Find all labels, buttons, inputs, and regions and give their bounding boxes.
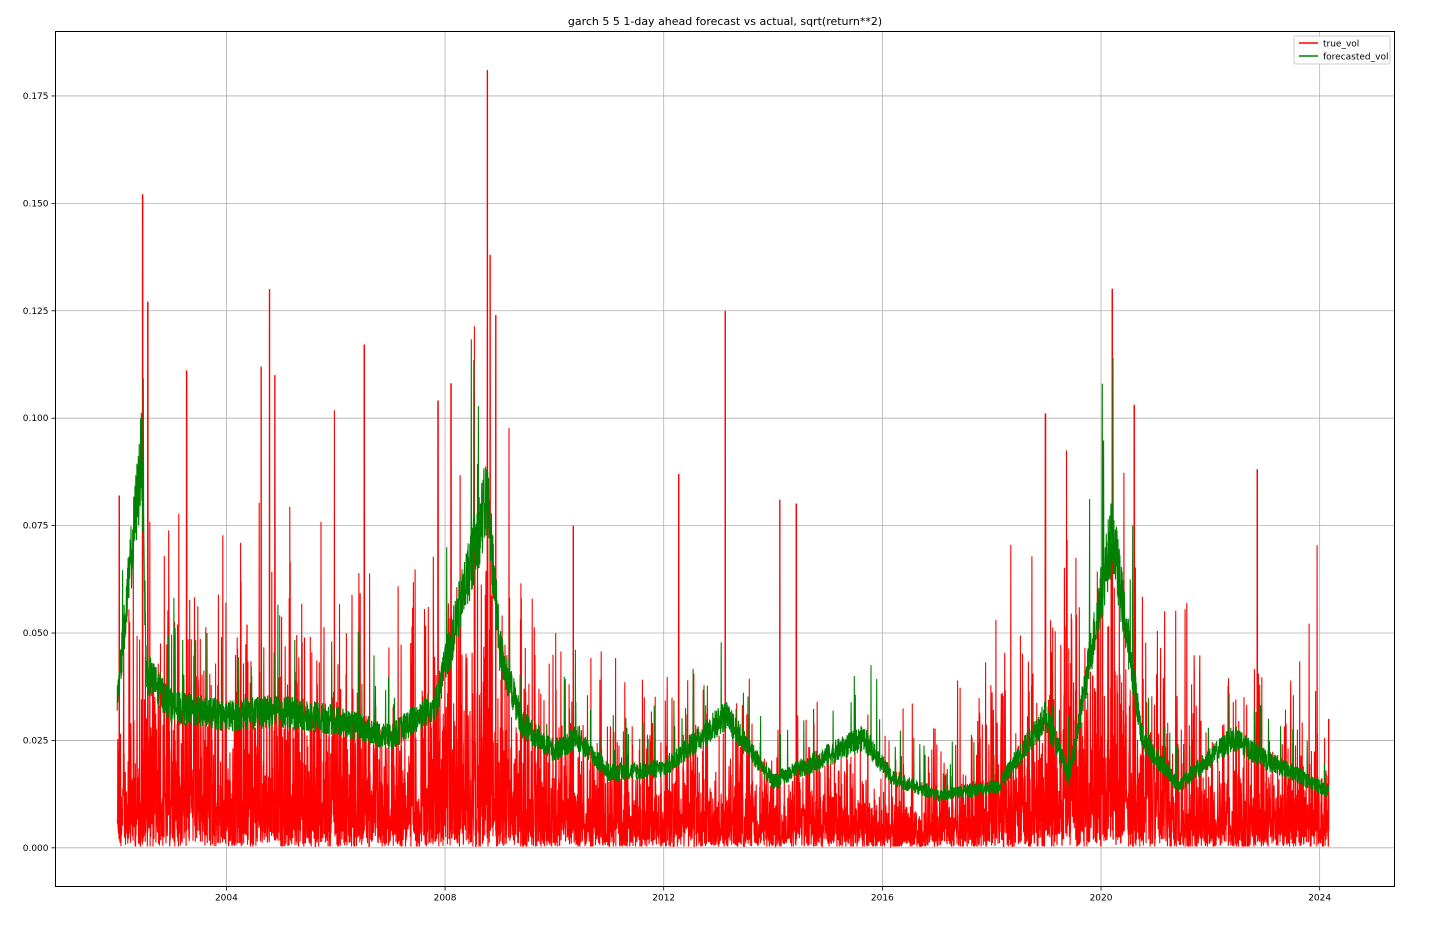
x-tick-label: 2024 [1308, 894, 1331, 904]
y-tick-label: 0.050 [23, 629, 49, 639]
x-tick-label: 2016 [871, 894, 894, 904]
x-tick-label: 2004 [215, 894, 238, 904]
x-tick-label: 2012 [652, 894, 675, 904]
y-tick-label: 0.175 [23, 92, 49, 102]
chart-svg: 2004 2008 2012 2016 2020 2024 0.000 0.025 0.050 0… [23, 31, 1395, 904]
y-tick-label: 0.150 [23, 199, 49, 209]
x-tick-label: 2008 [434, 894, 457, 904]
y-tick-label: 0.025 [23, 736, 49, 746]
figure: garch 5 5 1-day ahead forecast vs actual… [0, 0, 1441, 934]
y-tick-label: 0.125 [23, 307, 49, 317]
legend: true_vol forecasted_vol [1293, 35, 1391, 65]
legend-label-forecasted-vol: forecasted_vol [1323, 53, 1388, 63]
y-tick-label: 0.075 [23, 522, 49, 532]
legend-label-true-vol: true_vol [1323, 40, 1359, 50]
x-tick-label: 2020 [1090, 894, 1113, 904]
y-tick-label: 0.000 [23, 844, 49, 854]
y-tick-label: 0.100 [23, 414, 49, 424]
